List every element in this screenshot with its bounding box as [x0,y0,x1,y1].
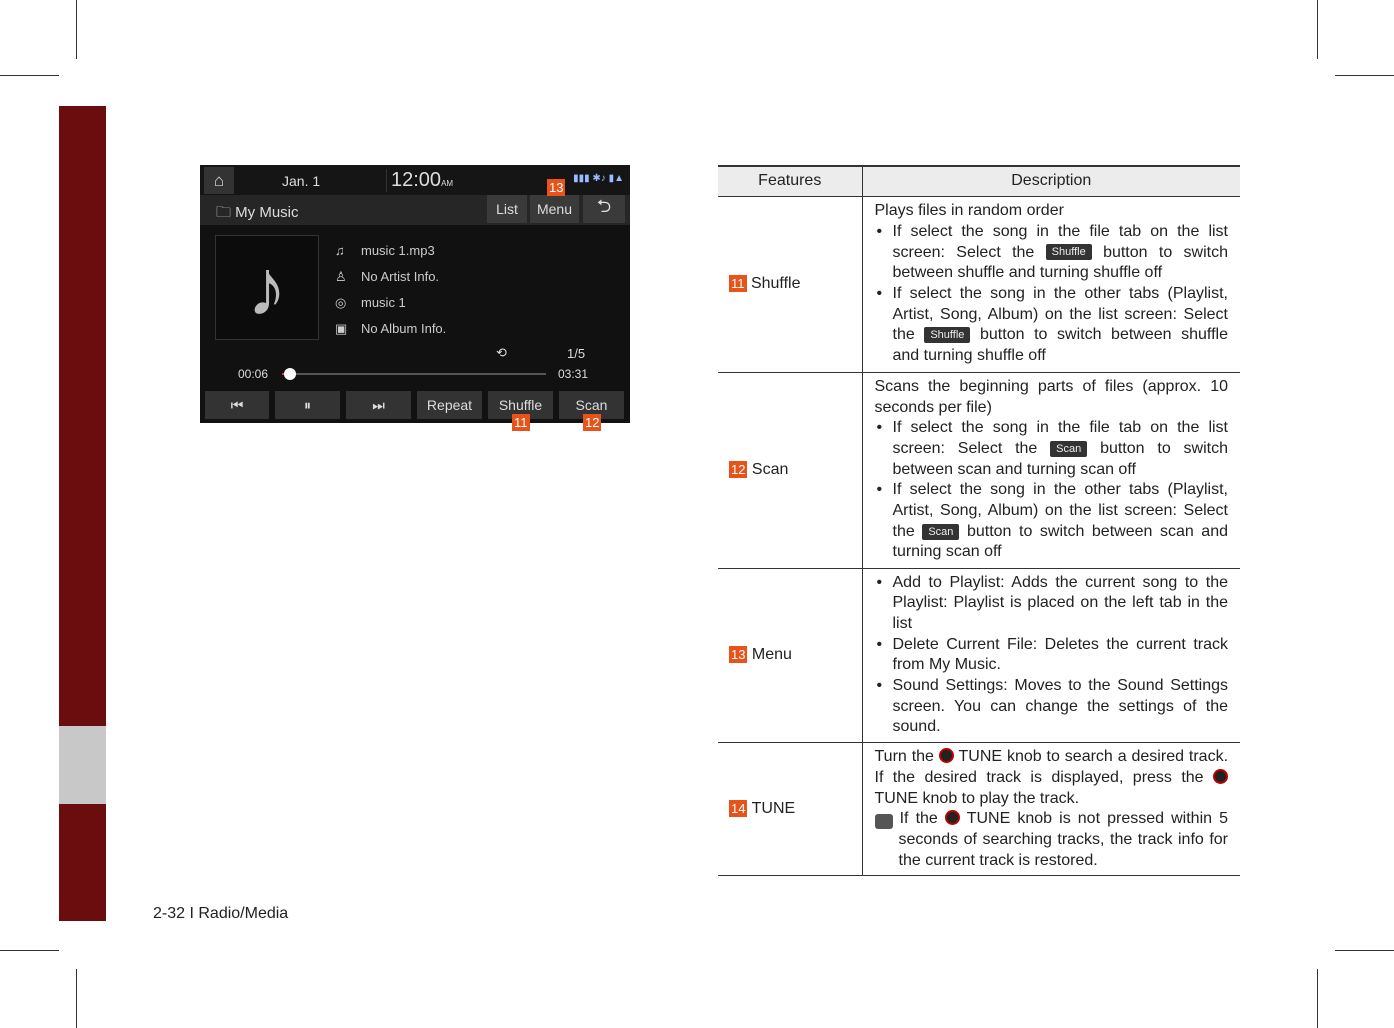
status-icons: ▮▮▮ ✱♪ ▮▲ [573,173,624,184]
shuffle-button-icon: Shuffle [924,327,971,344]
tune-knob-icon [938,748,954,764]
scan-button-icon: Scan [1050,440,1088,457]
page-footer: 2-32 I Radio/Media [153,905,289,922]
crop-mark [1335,75,1394,76]
back-icon[interactable]: ⮌ [583,195,625,223]
table-row: 13 Menu Add to Playlist: Adds the curren… [718,568,1240,744]
header-description: Description [861,165,1240,197]
list-item: If select the song in the file tab on th… [875,222,1228,284]
list-item: Delete Current File: Deletes the current… [875,635,1228,676]
track-name: ♫ music 1.mp3 [335,243,435,258]
feature-label: Menu [751,645,792,663]
total-time: 03:31 [558,367,589,381]
clock: 12:00AM [386,169,453,192]
elapsed-time: 00:06 [238,367,269,381]
song-name: ◎ music 1 [335,295,406,310]
crop-mark [1317,969,1318,1028]
shuffle-button-icon: Shuffle [1045,244,1092,261]
date: Jan. 1 [282,173,321,189]
crop-mark [1335,950,1394,951]
list-item: Sound Settings: Moves to the Sound Setti… [875,676,1228,738]
my-music-screen: ⌂ Jan. 1 12:00AM ▮▮▮ ✱♪ ▮▲ 🗀 My Music Li… [200,165,630,423]
menu-button[interactable]: Menu [530,195,579,223]
table-row: 11 Shuffle Plays files in random order I… [718,196,1240,373]
home-icon[interactable]: ⌂ [204,167,234,194]
feature-label: Shuffle [750,274,801,292]
header-features: Features [718,165,862,197]
info-icon: i [870,814,893,830]
table-row: 12 Scan Scans the beginning parts of fil… [718,372,1240,569]
crop-mark [1317,0,1318,59]
next-button[interactable]: ⏭ [346,391,411,419]
callout-11: 11 [512,414,530,431]
table-row: 14 TUNE Turn the TUNE knob to search a d… [718,742,1240,877]
pause-button[interactable]: ⏸ [275,391,340,419]
tune-knob-icon [1213,768,1228,784]
list-button[interactable]: List [487,195,527,223]
list-item: If select the song in the other tabs (Pl… [875,284,1228,367]
scan-button-icon: Scan [922,523,960,540]
artist-name: ♙ No Artist Info. [335,269,440,284]
tune-knob-icon [944,810,960,826]
progress-slider[interactable] [282,368,546,380]
repeat-one-icon: ⟲ [496,345,507,360]
crop-mark [76,0,77,59]
list-item: Add to Playlist: Adds the current song t… [875,573,1228,635]
list-item: If select the song in the other tabs (Pl… [875,480,1228,563]
repeat-button[interactable]: Repeat [417,391,482,419]
track-count: 1/5 [567,346,586,361]
feature-label: Scan [751,460,789,478]
list-item: If select the song in the file tab on th… [875,418,1228,480]
screen-title: 🗀 My Music [216,204,299,221]
album-art: ♪ [215,235,319,340]
disc-icon: ◎ [335,295,347,310]
crop-mark [0,950,59,951]
crop-mark [0,75,59,76]
feature-label: TUNE [751,799,796,817]
callout-13: 13 [547,179,566,196]
album-name: ▣ No Album Info. [335,321,447,336]
previous-button[interactable]: ⏮ [205,391,269,419]
chapter-tab [59,106,106,921]
features-table: Features Description 11 Shuffle Plays fil… [718,165,1240,877]
callout-12: 12 [583,414,602,431]
music-note-icon: ♫ [335,243,345,258]
person-icon: ♙ [335,269,347,284]
album-icon: ▣ [335,321,348,336]
crop-mark [76,969,77,1028]
